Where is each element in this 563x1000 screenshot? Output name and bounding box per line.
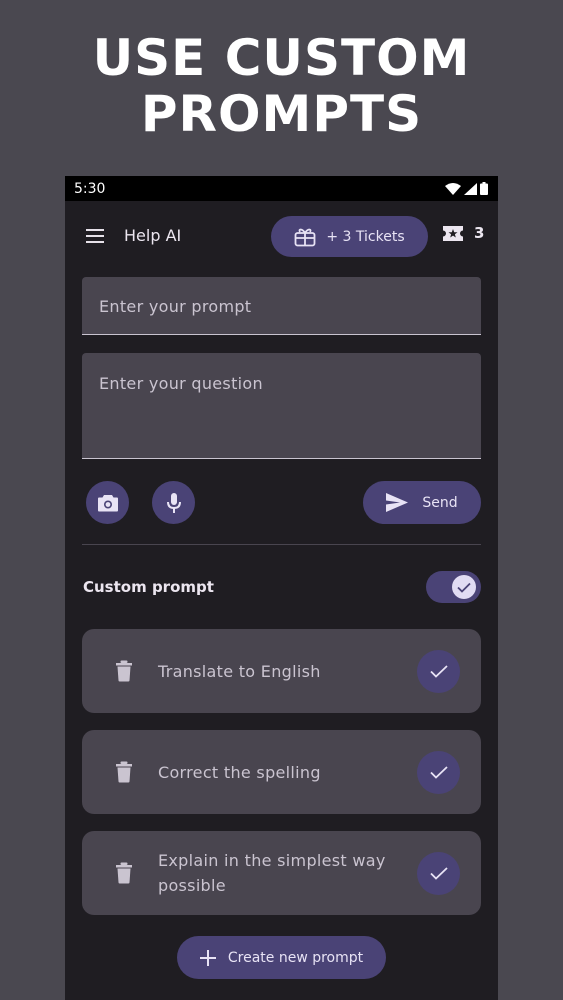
- battery-icon: [480, 182, 488, 195]
- select-prompt-button[interactable]: [417, 650, 460, 693]
- section-divider: [82, 544, 481, 545]
- get-tickets-label: + 3 Tickets: [326, 228, 405, 245]
- status-time: 5:30: [74, 180, 106, 197]
- delete-icon[interactable]: [115, 660, 133, 682]
- app-bar: Help AI + 3 Tickets 3: [65, 214, 498, 258]
- get-tickets-button[interactable]: + 3 Tickets: [271, 216, 428, 257]
- custom-prompt-text-value: Translate to English: [158, 661, 321, 681]
- delete-icon[interactable]: [115, 862, 133, 884]
- prompt-placeholder: Enter your prompt: [99, 297, 252, 316]
- app-title: Help AI: [124, 226, 182, 245]
- custom-prompt-item[interactable]: Explain in the simplest way possible: [82, 831, 481, 915]
- question-input[interactable]: Enter your question: [82, 353, 481, 459]
- promo-headline: USE CUSTOM PROMPTS: [0, 30, 563, 142]
- phone-screen: 5:30 Help AI + 3 Tickets 3 Enter your pr…: [65, 176, 498, 1000]
- delete-icon[interactable]: [115, 761, 133, 783]
- menu-icon[interactable]: [83, 224, 107, 248]
- create-new-prompt-button[interactable]: Create new prompt: [177, 936, 386, 979]
- ticket-balance: 3: [442, 224, 484, 242]
- send-label: Send: [422, 494, 458, 511]
- send-icon: [386, 493, 409, 512]
- custom-prompt-item[interactable]: Translate to English: [82, 629, 481, 713]
- camera-button[interactable]: [86, 481, 129, 524]
- custom-prompt-text: Explain in the simplest way possible: [158, 831, 408, 915]
- custom-prompt-item[interactable]: Correct the spelling: [82, 730, 481, 814]
- custom-prompt-text-value: Correct the spelling: [158, 762, 321, 782]
- wifi-icon: [445, 182, 461, 195]
- check-icon: [429, 867, 448, 880]
- gift-icon: [294, 228, 316, 246]
- create-new-prompt-label: Create new prompt: [227, 949, 364, 966]
- microphone-icon: [166, 492, 181, 513]
- check-icon: [457, 582, 471, 593]
- signal-icon: [464, 182, 477, 195]
- select-prompt-button[interactable]: [417, 751, 460, 794]
- status-bar: 5:30: [65, 176, 498, 201]
- select-prompt-button[interactable]: [417, 852, 460, 895]
- custom-prompt-label: Custom prompt: [83, 578, 214, 596]
- prompt-input[interactable]: Enter your prompt: [82, 277, 481, 335]
- plus-icon: [199, 949, 216, 966]
- camera-icon: [97, 494, 118, 511]
- send-button[interactable]: Send: [363, 481, 481, 524]
- headline-line-2: PROMPTS: [140, 85, 423, 143]
- question-placeholder: Enter your question: [99, 374, 263, 393]
- microphone-button[interactable]: [152, 481, 195, 524]
- ticket-count: 3: [474, 224, 485, 242]
- ticket-icon: [443, 225, 463, 241]
- custom-prompt-text: Translate to English: [158, 629, 408, 713]
- check-icon: [429, 766, 448, 779]
- custom-prompt-text: Correct the spelling: [158, 730, 408, 814]
- headline-line-1: USE CUSTOM: [92, 29, 471, 87]
- toggle-knob: [452, 575, 476, 599]
- check-icon: [429, 665, 448, 678]
- custom-prompt-text-value: Explain in the simplest way possible: [158, 851, 386, 895]
- custom-prompt-toggle[interactable]: [426, 571, 481, 603]
